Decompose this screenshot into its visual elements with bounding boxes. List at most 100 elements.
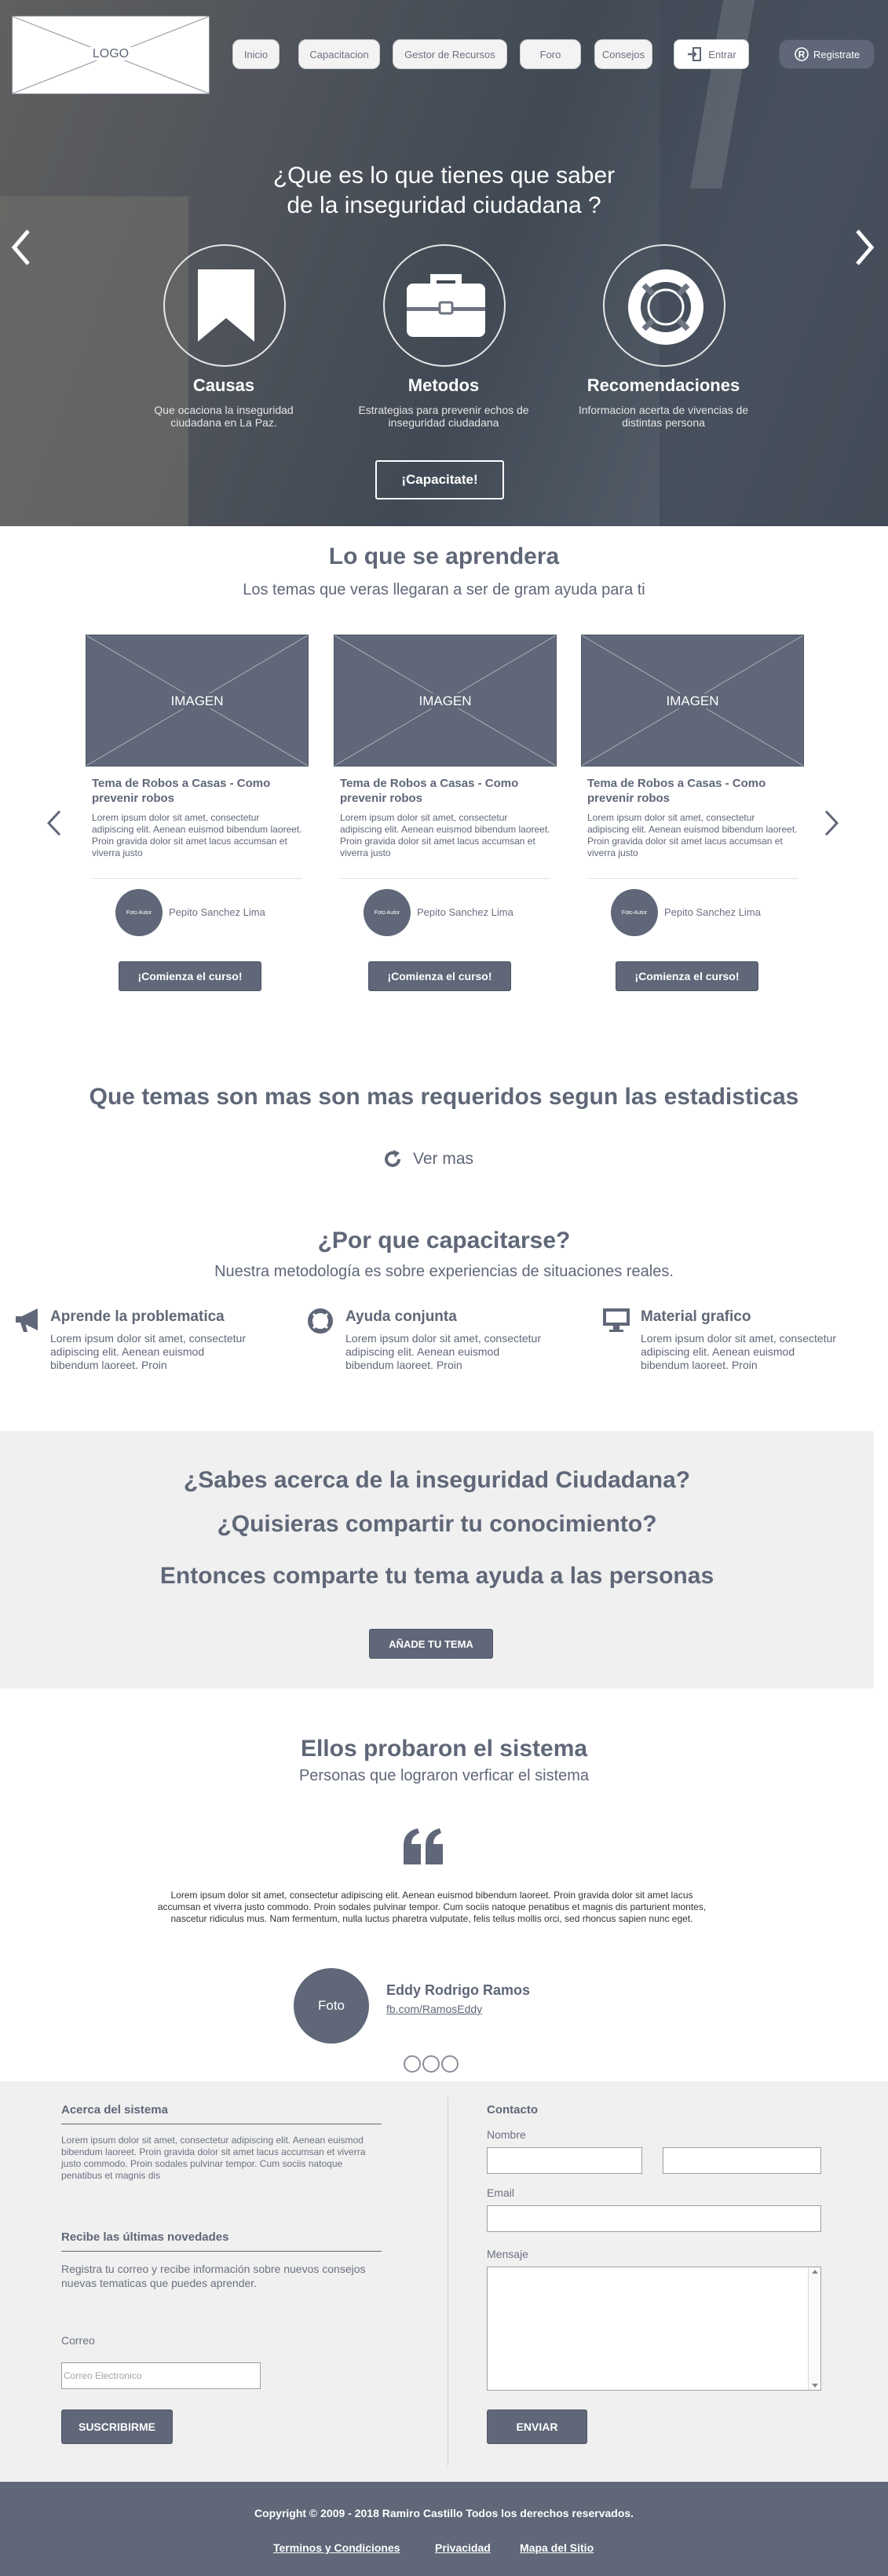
scroll-arrows-icon	[812, 2270, 818, 2388]
feature-recomendaciones: Recomendaciones Informacion acerta de vi…	[557, 375, 769, 429]
why-item: Ayuda conjunta Lorem ipsum dolor sit ame…	[345, 1308, 542, 1372]
carousel-dot[interactable]	[404, 2055, 421, 2073]
causas-icon-circle	[163, 244, 286, 367]
hero-section: LOGO Inicio Capacitacion Gestor de Recur…	[0, 0, 888, 526]
logo-text: LOGO	[87, 47, 134, 60]
lifebuoy-icon	[628, 269, 703, 345]
author-name: Pepito Sanchez Lima	[169, 906, 265, 918]
why-item: Material grafico Lorem ipsum dolor sit a…	[641, 1308, 837, 1372]
feature-text: Informacion acerta de vivencias de disti…	[578, 404, 749, 429]
course-text: Lorem ipsum dolor sit amet, consectetur …	[92, 812, 302, 858]
course-title[interactable]: Tema de Robos a Casas - Como prevenir ro…	[92, 776, 302, 806]
course-card: IMAGEN Tema de Robos a Casas - Como prev…	[334, 635, 557, 996]
image-label: IMAGEN	[167, 693, 227, 708]
carousel-dot[interactable]	[422, 2055, 440, 2073]
megaphone-icon	[16, 1308, 38, 1332]
author-avatar: Foto Autor	[611, 889, 658, 936]
why-subtitle: Nuestra metodología es sobre experiencia…	[214, 1263, 674, 1280]
footer-link-terminos[interactable]: Terminos y Condiciones	[273, 2541, 400, 2554]
course-title[interactable]: Tema de Robos a Casas - Como prevenir ro…	[340, 776, 550, 806]
login-label: Entrar	[708, 48, 736, 60]
nav-foro[interactable]: Foro	[520, 39, 581, 69]
testimonials-subtitle: Personas que lograron verficar el sistem…	[298, 1767, 590, 1784]
email-label: Correo	[61, 2334, 95, 2347]
textarea-scrollbar[interactable]	[808, 2267, 820, 2390]
start-course-button[interactable]: ¡Comienza el curso!	[119, 961, 261, 991]
footer-link-mapa[interactable]: Mapa del Sitio	[520, 2541, 594, 2554]
news-title: Recibe las últimas novedades	[61, 2230, 229, 2244]
nav-capacitacion[interactable]: Capacitacion	[298, 39, 380, 69]
subscribe-email-input[interactable]: Correo Electronico	[61, 2362, 261, 2389]
login-button[interactable]: Entrar	[674, 39, 749, 69]
course-card: IMAGEN Tema de Robos a Casas - Como prev…	[86, 635, 309, 996]
author-name: Pepito Sanchez Lima	[664, 906, 761, 918]
name-last-input[interactable]	[663, 2147, 821, 2174]
send-button[interactable]: ENVIAR	[487, 2410, 587, 2444]
card-divider	[92, 878, 302, 879]
start-course-button[interactable]: ¡Comienza el curso!	[616, 961, 758, 991]
bookmark-icon	[198, 269, 254, 342]
course-text: Lorem ipsum dolor sit amet, consectetur …	[587, 812, 798, 858]
card-divider	[340, 878, 550, 879]
feature-title: Causas	[192, 375, 255, 395]
why-title: ¿Por que capacitarse?	[317, 1228, 571, 1253]
contact-email-input[interactable]	[487, 2205, 821, 2232]
registered-icon: R	[795, 47, 809, 61]
cards-prev-arrow-icon[interactable]	[46, 809, 63, 837]
subscribe-button[interactable]: SUSCRIBIRME	[61, 2410, 173, 2444]
news-underline	[61, 2251, 382, 2252]
cards-next-arrow-icon[interactable]	[823, 809, 840, 837]
feature-text: Que ocaciona la inseguridad ciudadana en…	[154, 404, 294, 429]
capacitate-button[interactable]: ¡Capacitate!	[375, 460, 504, 499]
course-image: IMAGEN	[86, 635, 309, 767]
ver-mas-button[interactable]: Ver mas	[382, 1147, 473, 1172]
logo[interactable]: LOGO	[12, 16, 210, 94]
testimonials-title: Ellos probaron el sistema	[300, 1736, 588, 1762]
hero-prev-arrow-icon[interactable]	[9, 228, 33, 267]
footer-link-privacidad[interactable]: Privacidad	[435, 2541, 491, 2554]
add-topic-button[interactable]: AÑADE TU TEMA	[369, 1629, 493, 1659]
nav-inicio[interactable]: Inicio	[232, 39, 280, 69]
feature-text: Estrategias para prevenir echos de inseg…	[358, 404, 529, 429]
stats-title: Que temas son mas son mas requeridos seg…	[89, 1084, 799, 1110]
share-line3: Entonces comparte tu tema ayuda a las pe…	[159, 1563, 714, 1589]
nav-gestor-de-recursos[interactable]: Gestor de Recursos	[393, 39, 507, 69]
share-line2: ¿Quisieras compartir tu conocimiento?	[217, 1511, 657, 1537]
learn-title: Lo que se aprendera	[328, 543, 560, 569]
svg-text:R: R	[798, 49, 806, 60]
author-name: Pepito Sanchez Lima	[417, 906, 513, 918]
testimonial-name: Eddy Rodrigo Ramos	[386, 1982, 531, 1998]
testimonial-photo: Foto	[294, 1968, 369, 2044]
share-line1: ¿Sabes acerca de la inseguridad Ciudadan…	[183, 1467, 691, 1493]
testimonial-quote: Lorem ipsum dolor sit amet, consectetur …	[157, 1890, 707, 1924]
course-text: Lorem ipsum dolor sit amet, consectetur …	[340, 812, 550, 858]
ver-mas-label: Ver mas	[413, 1150, 474, 1168]
email2-label: Email	[487, 2186, 515, 2199]
learn-subtitle: Los temas que veras llegaran a ser de gr…	[243, 581, 645, 598]
hero-title-line2: de la inseguridad ciudadana ?	[287, 192, 601, 218]
message-textarea[interactable]	[487, 2267, 821, 2391]
image-label: IMAGEN	[663, 693, 722, 708]
course-card: IMAGEN Tema de Robos a Casas - Como prev…	[581, 635, 804, 996]
sign-in-icon	[688, 47, 702, 61]
feature-title: Recomendaciones	[587, 375, 740, 395]
why-item-text: Lorem ipsum dolor sit amet, consectetur …	[641, 1332, 836, 1371]
start-course-button[interactable]: ¡Comienza el curso!	[368, 961, 511, 991]
nav-consejos[interactable]: Consejos	[594, 39, 652, 69]
copyright: Copyright © 2009 - 2018 Ramiro Castillo …	[254, 2507, 634, 2519]
share-section: ¿Sabes acerca de la inseguridad Ciudadan…	[0, 1431, 874, 1689]
testimonial-link[interactable]: fb.com/RamosEddy	[386, 2003, 482, 2015]
carousel-dot[interactable]	[441, 2055, 459, 2073]
why-item-title: Aprende la problematica	[50, 1308, 225, 1325]
register-label: Registrate	[813, 48, 861, 60]
course-title[interactable]: Tema de Robos a Casas - Como prevenir ro…	[587, 776, 798, 806]
name-label: Nombre	[487, 2128, 526, 2141]
hero-next-arrow-icon[interactable]	[853, 228, 876, 267]
register-button[interactable]: R Registrate	[779, 39, 875, 69]
image-label: IMAGEN	[415, 693, 475, 708]
briefcase-icon	[407, 274, 485, 337]
course-image: IMAGEN	[581, 635, 804, 767]
message-label: Mensaje	[487, 2248, 528, 2260]
name-first-input[interactable]	[487, 2147, 642, 2174]
about-title: Acerca del sistema	[61, 2103, 168, 2117]
